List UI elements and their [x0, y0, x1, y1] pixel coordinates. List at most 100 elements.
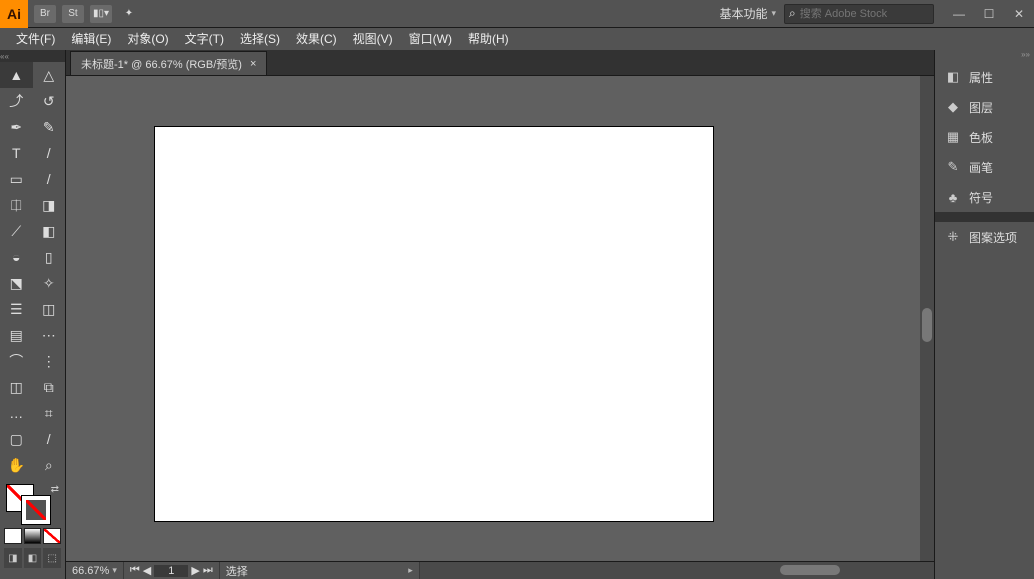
stroke-swatch[interactable]: [22, 496, 50, 524]
menu-file[interactable]: 文件(F): [8, 28, 63, 50]
panel-label: 图案选项: [969, 229, 1017, 246]
workspace-label: 基本功能: [719, 5, 767, 22]
menu-effect[interactable]: 效果(C): [288, 28, 345, 50]
panel-icon: ♣: [945, 189, 961, 205]
tool-9[interactable]: /: [33, 166, 66, 192]
last-page-icon[interactable]: ⏭: [203, 564, 213, 577]
gpu-icon[interactable]: ✦: [118, 5, 140, 23]
menu-bar: 文件(F) 编辑(E) 对象(O) 文字(T) 选择(S) 效果(C) 视图(V…: [0, 28, 1034, 50]
tool-23[interactable]: ⋮: [33, 348, 66, 374]
tool-1[interactable]: △: [33, 62, 66, 88]
tool-17[interactable]: ✧: [33, 270, 66, 296]
current-tool-status[interactable]: 选择 ▸: [220, 562, 420, 579]
panel-属性[interactable]: ◧属性: [935, 62, 1034, 92]
next-page-icon[interactable]: ▶: [191, 564, 199, 577]
tool-16[interactable]: ⬔: [0, 270, 33, 296]
tool-18[interactable]: ☰: [0, 296, 33, 322]
scroll-thumb[interactable]: [780, 565, 840, 575]
tool-29[interactable]: /: [33, 426, 66, 452]
tool-12[interactable]: ⟋: [0, 218, 33, 244]
collapse-icon[interactable]: »»: [935, 50, 1034, 62]
search-input[interactable]: [800, 8, 920, 20]
canvas[interactable]: [66, 76, 934, 561]
prev-page-icon[interactable]: ◀: [143, 564, 151, 577]
stock-search[interactable]: ⌕: [784, 4, 934, 24]
document-tabs: 未标题-1* @ 66.67% (RGB/预览) ×: [66, 50, 934, 76]
menu-help[interactable]: 帮助(H): [460, 28, 517, 50]
tool-31[interactable]: ⌕: [33, 452, 66, 478]
menu-object[interactable]: 对象(O): [119, 28, 176, 50]
tool-7[interactable]: /: [33, 140, 66, 166]
maximize-button[interactable]: ☐: [974, 3, 1004, 25]
draw-behind-icon[interactable]: ◧: [24, 548, 42, 568]
panel-label: 属性: [969, 69, 993, 86]
panel-label: 画笔: [969, 159, 993, 176]
tool-25[interactable]: ⧉: [33, 374, 66, 400]
tool-5[interactable]: ✎: [33, 114, 66, 140]
panel-图案选项[interactable]: ⁜图案选项: [935, 222, 1034, 252]
tool-30[interactable]: ✋: [0, 452, 33, 478]
panel-图层[interactable]: ◆图层: [935, 92, 1034, 122]
tool-3[interactable]: ↺: [33, 88, 66, 114]
tool-21[interactable]: ⋯: [33, 322, 66, 348]
swap-fill-stroke-icon[interactable]: ⇄: [51, 484, 59, 495]
first-page-icon[interactable]: ⏮: [130, 564, 140, 577]
close-button[interactable]: ✕: [1004, 3, 1034, 25]
tool-2[interactable]: ⤴: [0, 88, 33, 114]
tool-27[interactable]: ⌗: [33, 400, 66, 426]
panel-label: 色板: [969, 129, 993, 146]
chevron-down-icon: ▾: [112, 565, 117, 576]
color-gradient-box[interactable]: [24, 528, 42, 544]
chevron-right-icon: ▸: [408, 565, 413, 576]
stock-icon[interactable]: St: [62, 5, 84, 23]
menu-select[interactable]: 选择(S): [232, 28, 288, 50]
document-tab[interactable]: 未标题-1* @ 66.67% (RGB/预览) ×: [70, 51, 267, 75]
horizontal-scrollbar[interactable]: [420, 562, 934, 579]
tool-15[interactable]: ▯: [33, 244, 66, 270]
close-tab-icon[interactable]: ×: [250, 58, 256, 70]
panel-icon: ▦: [945, 129, 961, 145]
menu-window[interactable]: 窗口(W): [401, 28, 460, 50]
menu-edit[interactable]: 编辑(E): [63, 28, 119, 50]
menu-view[interactable]: 视图(V): [345, 28, 401, 50]
tool-6[interactable]: T: [0, 140, 33, 166]
tool-0[interactable]: ▲: [0, 62, 33, 88]
bridge-icon[interactable]: Br: [34, 5, 56, 23]
tool-26[interactable]: …: [0, 400, 33, 426]
panel-label: 符号: [969, 189, 993, 206]
tool-4[interactable]: ✒: [0, 114, 33, 140]
collapse-icon[interactable]: ««: [0, 52, 8, 62]
panel-符号[interactable]: ♣ 符号: [935, 182, 1034, 212]
color-fill-box[interactable]: [4, 528, 22, 544]
tool-13[interactable]: ◧: [33, 218, 66, 244]
panel-画笔[interactable]: ✎画笔: [935, 152, 1034, 182]
color-mode-row: [4, 528, 61, 544]
tool-8[interactable]: ▭: [0, 166, 33, 192]
workspace-switcher[interactable]: 基本功能 ▾: [719, 5, 776, 22]
tool-28[interactable]: ▢: [0, 426, 33, 452]
tool-24[interactable]: ◫: [0, 374, 33, 400]
panel-label: 图层: [969, 99, 993, 116]
draw-normal-icon[interactable]: ◨: [4, 548, 22, 568]
fill-stroke-control[interactable]: ⇄: [0, 482, 65, 526]
arrange-icon[interactable]: ▮▯▾: [90, 5, 112, 23]
minimize-button[interactable]: ―: [944, 3, 974, 25]
color-none-box[interactable]: [43, 528, 61, 544]
window-controls: ― ☐ ✕: [944, 3, 1034, 25]
tool-19[interactable]: ◫: [33, 296, 66, 322]
menu-type[interactable]: 文字(T): [177, 28, 232, 50]
vertical-scrollbar[interactable]: [920, 76, 934, 561]
draw-inside-icon[interactable]: ⬚: [43, 548, 61, 568]
tool-10[interactable]: ⎅: [0, 192, 33, 218]
tool-11[interactable]: ◨: [33, 192, 66, 218]
artboard[interactable]: [154, 126, 714, 522]
scroll-thumb[interactable]: [922, 308, 932, 342]
tool-22[interactable]: ⌒: [0, 348, 33, 374]
document-area: 未标题-1* @ 66.67% (RGB/预览) × 66.67%▾ ⏮ ◀ 1…: [66, 50, 934, 579]
tool-14[interactable]: ◒: [0, 244, 33, 270]
panel-色板[interactable]: ▦ 色板: [935, 122, 1034, 152]
zoom-level[interactable]: 66.67%▾: [66, 562, 124, 579]
title-bar: Ai Br St ▮▯▾ ✦ 基本功能 ▾ ⌕ ― ☐ ✕: [0, 0, 1034, 28]
artboard-nav[interactable]: ⏮ ◀ 1 ▶ ⏭: [124, 562, 220, 579]
tool-20[interactable]: ▤: [0, 322, 33, 348]
